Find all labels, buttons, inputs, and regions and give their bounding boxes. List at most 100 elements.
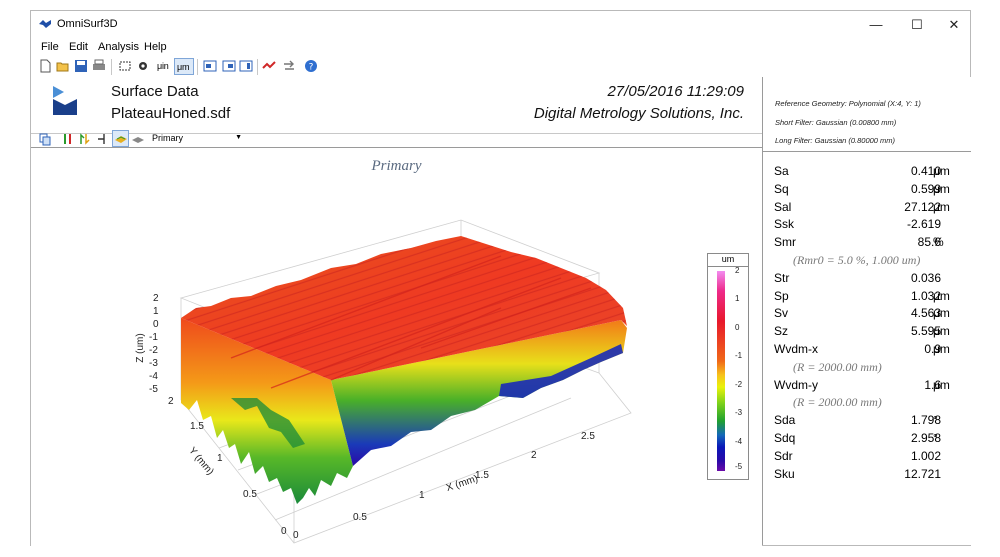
x-tick: 2.5 — [581, 431, 595, 442]
parameter-unit: μm — [933, 181, 950, 196]
long-filter: Long Filter: Gaussian (0.80000 mm) — [775, 136, 896, 145]
parameter-value: 0.599 — [910, 181, 941, 196]
parameter-row: Sq 0.599 μm — [763, 182, 971, 200]
y-tick: 1.5 — [190, 421, 204, 432]
legend-tick: -3 — [735, 408, 743, 417]
parameter-name: Wvdm-x — [774, 342, 818, 356]
x-tick: 1 — [419, 490, 425, 501]
minimize-button[interactable]: — — [856, 11, 896, 39]
parameter-name: Sda — [774, 413, 796, 428]
parameter-value: 12.721 — [904, 466, 941, 481]
3d-surface-view-icon[interactable] — [112, 130, 129, 147]
parameter-value: 1.002 — [910, 448, 941, 463]
parameter-row: Sda 1.798 ° — [763, 413, 971, 431]
parameter-row: Sv 4.563 μm — [763, 306, 971, 324]
z-tick: -1 — [149, 332, 158, 343]
copy-icon[interactable] — [37, 131, 54, 148]
parameter-value: 4.563 — [910, 306, 941, 321]
view-toolbar: Primary ▼ — [31, 129, 762, 148]
parameter-name: Sal — [774, 199, 792, 214]
view-select-value: Primary — [152, 133, 183, 143]
level-icon[interactable] — [77, 131, 94, 148]
help-icon[interactable]: ? — [303, 58, 320, 75]
parameter-unit: ° — [933, 413, 938, 428]
parameter-value: 27.122 — [904, 199, 941, 214]
title-bar: OmniSurf3D — ☐ ✕ — [31, 11, 970, 39]
menu-file[interactable]: File — [41, 41, 59, 53]
parameter-value: 5.595 — [910, 324, 941, 339]
window-layout-1-icon[interactable] — [202, 58, 219, 75]
z-tick: 2 — [153, 293, 159, 304]
parameter-name: Sdr — [774, 448, 793, 463]
z-tick: 0 — [153, 319, 159, 330]
parameter-row: Smr 85.6% — [763, 235, 971, 253]
parameter-value: 1.798 — [910, 413, 941, 428]
parameter-value: 0.410 — [910, 164, 941, 178]
menu-help[interactable]: Help — [144, 41, 167, 53]
view-select[interactable]: Primary ▼ — [152, 130, 244, 146]
unit-um-button[interactable]: μm — [174, 58, 194, 75]
filter-info: Reference Geometry: Polynomial (X:4, Y: … — [763, 77, 971, 152]
toolbar-separator — [197, 59, 198, 75]
parameter-unit: μm — [933, 164, 950, 178]
legend-tick: -4 — [735, 437, 743, 446]
unit-uin-button[interactable]: μin — [157, 61, 169, 71]
profile-tool-icon[interactable] — [261, 58, 278, 75]
parameter-row: Sa 0.410 μm — [763, 164, 971, 182]
legend-colorbar — [717, 271, 725, 471]
menu-edit[interactable]: Edit — [69, 41, 88, 53]
menu-analysis[interactable]: Analysis — [98, 41, 139, 53]
legend-tick: 1 — [735, 294, 740, 303]
main-toolbar: μin μm ? — [31, 57, 970, 77]
crop-icon[interactable] — [117, 58, 134, 75]
parameter-name: Sa — [774, 164, 789, 178]
header-datetime: 27/05/2016 11:29:09 — [607, 83, 744, 100]
parameter-row: Sdq 2.958 ° — [763, 431, 971, 449]
parameter-value: 2.958 — [910, 431, 941, 445]
gear-icon[interactable] — [135, 58, 152, 75]
axis-icon[interactable] — [94, 131, 111, 148]
report-header: Surface Data PlateauHoned.sdf 27/05/2016… — [31, 77, 762, 134]
parameter-row: Sku 12.721 — [763, 467, 971, 485]
parameter-value: 0.036 — [910, 270, 941, 285]
z-tick: -2 — [149, 345, 158, 356]
parameter-row: Wvdm-y 1.6 μm — [763, 378, 971, 396]
company-logo — [53, 86, 77, 115]
x-tick: 1.5 — [475, 470, 489, 481]
legend-unit: um — [708, 254, 748, 267]
parameter-unit: μm — [933, 342, 950, 356]
z-tick: 1 — [153, 306, 159, 317]
parameter-value: -2.619 — [906, 217, 941, 232]
3d-surface-plot[interactable]: Z (um) Y (mm) X (mm) — [31, 148, 762, 548]
plot-area: Primary Z (um) Y (mm) X (mm) 2 1 0 -1 -2… — [31, 147, 762, 548]
reference-geometry: Reference Geometry: Polynomial (X:4, Y: … — [775, 99, 921, 108]
z-tick: -5 — [149, 384, 158, 395]
2d-surface-view-icon[interactable] — [130, 131, 147, 148]
z-tick: -3 — [149, 358, 158, 369]
parameter-unit: μm — [933, 377, 950, 392]
svg-text:?: ? — [309, 63, 314, 73]
transfer-icon[interactable] — [281, 58, 298, 75]
print-icon[interactable] — [91, 58, 108, 75]
window-layout-2-icon[interactable] — [221, 58, 238, 75]
maximize-button[interactable]: ☐ — [897, 11, 937, 39]
parameter-name: Sv — [774, 306, 789, 321]
legend-tick: 0 — [735, 323, 740, 332]
new-file-icon[interactable] — [37, 58, 54, 75]
app-icon — [39, 20, 51, 28]
parameter-name: Smr — [774, 235, 796, 250]
app-window: OmniSurf3D — ☐ ✕ File Edit Analysis Help — [30, 10, 971, 548]
parameters-panel: Reference Geometry: Polynomial (X:4, Y: … — [762, 77, 971, 545]
sort-icon[interactable] — [60, 131, 77, 148]
save-icon[interactable] — [73, 58, 90, 75]
parameter-name: Sz — [774, 324, 789, 339]
parameter-row: Str 0.036 — [763, 271, 971, 289]
parameter-note: (Rmr0 = 5.0 %, 1.000 um) — [793, 253, 921, 267]
window-layout-3-icon[interactable] — [238, 58, 255, 75]
window-title: OmniSurf3D — [57, 18, 118, 30]
close-button[interactable]: ✕ — [934, 11, 974, 39]
open-folder-icon[interactable] — [55, 58, 72, 75]
x-tick: 0 — [293, 530, 299, 541]
parameter-value: 0.9 — [924, 342, 941, 356]
toolbar-separator — [111, 59, 112, 75]
